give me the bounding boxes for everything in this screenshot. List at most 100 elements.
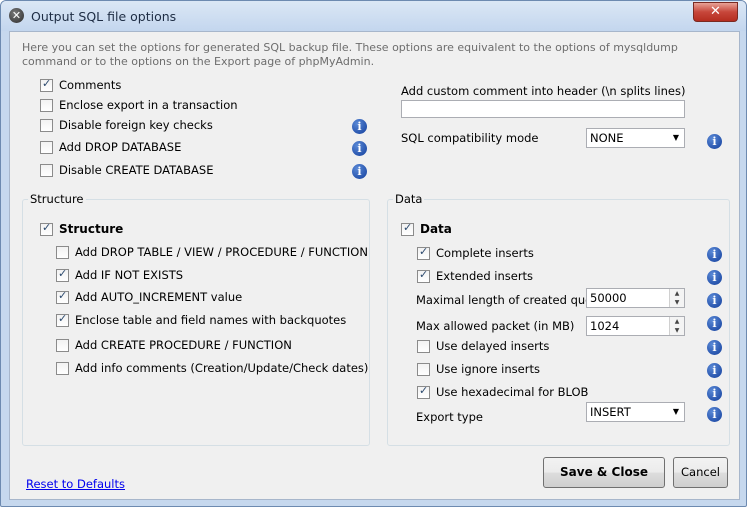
checkbox-label: Disable CREATE DATABASE [59,163,214,177]
create-database-checkbox[interactable]: Disable CREATE DATABASE [40,162,213,178]
spinner-buttons[interactable]: ▲ ▼ [669,289,684,307]
app-icon: ✕ [9,8,24,23]
info-icon[interactable]: i [707,293,722,308]
max-packet-value: 1024 [590,319,620,333]
checkbox-label: Enclose table and field names with backq… [75,313,347,327]
complete-inserts-checkbox[interactable]: Complete inserts [417,245,534,261]
chevron-down-icon: ▼ [672,133,679,142]
checkbox-box[interactable] [56,267,69,282]
checkbox-label: Use hexadecimal for BLOB [436,385,589,399]
cancel-button[interactable]: Cancel [673,457,728,488]
checkbox-label: Add AUTO_INCREMENT value [75,290,243,304]
checkbox-label: Comments [59,78,122,92]
checkbox-box[interactable] [417,362,430,376]
data-checkbox[interactable]: Data [401,221,452,237]
hex-blob-checkbox[interactable]: Use hexadecimal for BLOB [417,384,588,400]
checkbox-label: Add IF NOT EXISTS [75,268,184,282]
max-packet-label: Max allowed packet (in MB) [416,319,575,333]
comments-checkbox[interactable]: Comments [40,77,121,93]
spin-down-icon[interactable]: ▼ [670,326,684,335]
title-bar[interactable]: ✕ Output SQL file options ✕ [1,1,746,31]
info-icon[interactable]: i [352,119,367,134]
max-packet-spinner[interactable]: 1024 ▲ ▼ [586,316,685,336]
checkbox-label: Use delayed inserts [436,339,550,353]
fk-checks-checkbox[interactable]: Disable foreign key checks [40,117,213,133]
auto-increment-checkbox[interactable]: Add AUTO_INCREMENT value [56,289,242,305]
checkbox-label: Structure [59,222,124,236]
checkbox-box[interactable] [417,268,430,283]
info-icon[interactable]: i [707,316,722,331]
checkbox-box[interactable] [56,245,69,259]
drop-table-checkbox[interactable]: Add DROP TABLE / VIEW / PROCEDURE / FUNC… [56,244,368,260]
max-query-label: Maximal length of created query [416,293,604,307]
checkbox-box[interactable] [417,245,430,260]
spin-down-icon[interactable]: ▼ [670,298,684,307]
info-icon[interactable]: i [707,270,722,285]
close-button[interactable]: ✕ [693,2,738,22]
checkbox-box[interactable] [417,339,430,353]
export-type-label: Export type [416,410,483,424]
backquotes-checkbox[interactable]: Enclose table and field names with backq… [56,312,346,328]
info-icon[interactable]: i [707,363,722,378]
checkbox-label: Add DROP TABLE / VIEW / PROCEDURE / FUNC… [75,245,368,259]
checkbox-label: Add info comments (Creation/Update/Check… [75,361,369,375]
checkbox-label: Add DROP DATABASE [59,140,182,154]
ignore-inserts-checkbox[interactable]: Use ignore inserts [417,361,540,377]
checkbox-box[interactable] [417,384,430,399]
checkbox-box[interactable] [56,361,69,375]
spin-up-icon[interactable]: ▲ [670,289,684,298]
info-icon[interactable]: i [707,386,722,401]
checkbox-box[interactable] [56,289,69,304]
checkbox-label: Data [420,222,452,236]
info-comments-checkbox[interactable]: Add info comments (Creation/Update/Check… [56,360,368,376]
reset-defaults-link[interactable]: Reset to Defaults [26,477,125,491]
create-procedure-checkbox[interactable]: Add CREATE PROCEDURE / FUNCTION [56,337,292,353]
checkbox-box[interactable] [56,338,69,352]
info-icon[interactable]: i [707,134,722,149]
checkbox-box[interactable] [56,312,69,327]
drop-database-checkbox[interactable]: Add DROP DATABASE [40,139,181,155]
extended-inserts-checkbox[interactable]: Extended inserts [417,268,533,284]
checkbox-box[interactable] [40,140,53,154]
if-not-exists-checkbox[interactable]: Add IF NOT EXISTS [56,267,183,283]
data-group-title: Data [393,192,425,206]
structure-checkbox[interactable]: Structure [40,221,123,237]
header-comment-label: Add custom comment into header (\n split… [401,84,686,98]
checkbox-box[interactable] [40,77,53,92]
dialog-body: Here you can set the options for generat… [9,31,740,500]
max-query-value: 50000 [590,291,627,305]
dialog-window: ✕ Output SQL file options ✕ Here you can… [0,0,747,507]
checkbox-label: Use ignore inserts [436,362,540,376]
info-icon[interactable]: i [707,407,722,422]
compat-select[interactable]: NONE ▼ [586,128,685,148]
compat-label: SQL compatibility mode [401,131,539,145]
checkbox-label: Disable foreign key checks [59,118,213,132]
checkbox-box[interactable] [40,163,53,177]
checkbox-label: Add CREATE PROCEDURE / FUNCTION [75,338,292,352]
header-comment-input[interactable] [401,100,685,118]
compat-value: NONE [590,131,624,145]
window-title: Output SQL file options [31,9,177,24]
structure-group-title: Structure [28,192,86,206]
save-close-button[interactable]: Save & Close [543,457,665,488]
spinner-buttons[interactable]: ▲ ▼ [669,317,684,335]
info-icon[interactable]: i [352,164,367,179]
checkbox-box[interactable] [40,118,53,132]
export-type-value: INSERT [590,405,631,419]
checkbox-box[interactable] [40,221,53,236]
info-icon[interactable]: i [352,141,367,156]
spin-up-icon[interactable]: ▲ [670,317,684,326]
transaction-checkbox[interactable]: Enclose export in a transaction [40,97,238,113]
checkbox-label: Extended inserts [436,269,534,283]
info-icon[interactable]: i [707,247,722,262]
checkbox-box[interactable] [401,221,414,236]
delayed-inserts-checkbox[interactable]: Use delayed inserts [417,338,549,354]
chevron-down-icon: ▼ [672,407,679,416]
max-query-spinner[interactable]: 50000 ▲ ▼ [586,288,685,308]
export-type-select[interactable]: INSERT ▼ [586,402,685,422]
checkbox-box[interactable] [40,98,53,112]
info-icon[interactable]: i [707,340,722,355]
checkbox-label: Enclose export in a transaction [59,98,238,112]
checkbox-label: Complete inserts [436,246,534,260]
description-text: Here you can set the options for generat… [22,41,678,68]
